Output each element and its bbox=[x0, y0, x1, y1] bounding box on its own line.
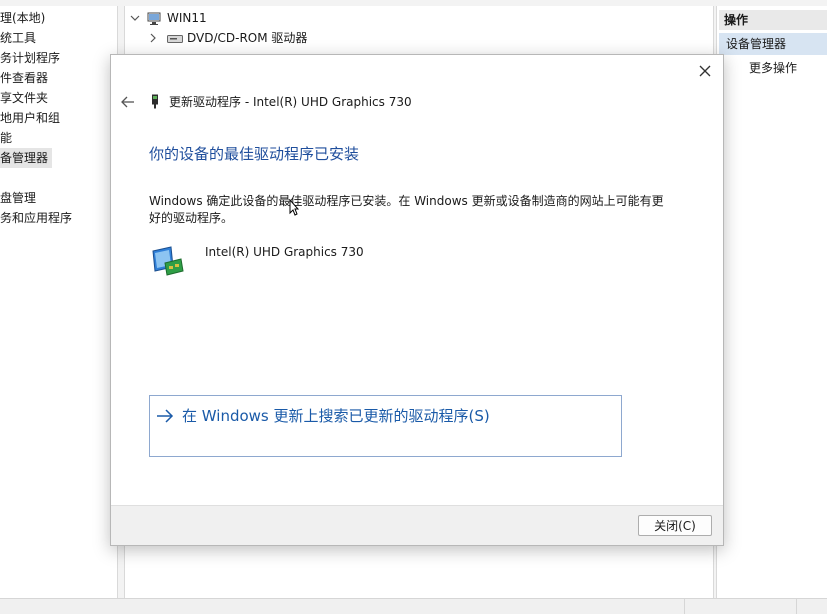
search-windows-update-label: 在 Windows 更新上搜索已更新的驱动程序(S) bbox=[182, 407, 490, 425]
tree-item-disk-management[interactable]: 磁盘管理 bbox=[0, 188, 40, 208]
back-arrow-icon[interactable] bbox=[119, 93, 137, 111]
search-windows-update-button[interactable]: 在 Windows 更新上搜索已更新的驱动程序(S) bbox=[149, 395, 622, 457]
actions-section-device-manager[interactable]: 设备管理器 bbox=[719, 33, 827, 55]
status-bar bbox=[0, 598, 827, 614]
chevron-right-icon[interactable] bbox=[147, 28, 159, 48]
tree-item-system-tools[interactable]: 系统工具 bbox=[0, 28, 40, 48]
tree-item-services-applications[interactable]: 服务和应用程序 bbox=[0, 208, 76, 228]
dialog-description: Windows 确定此设备的最佳驱动程序已安装。在 Windows 更新或设备制… bbox=[149, 194, 664, 225]
dialog-footer: 关闭(C) bbox=[111, 505, 723, 545]
graphics-card-small-icon bbox=[151, 94, 159, 109]
computer-icon bbox=[147, 12, 161, 25]
tree-item-performance[interactable]: 性能 bbox=[0, 128, 16, 148]
tree-item-computer-management[interactable]: 管理(本地) bbox=[0, 8, 49, 28]
dvd-drive-icon bbox=[167, 33, 183, 43]
actions-pane: 操作 设备管理器 更多操作 bbox=[716, 6, 827, 598]
tree-item-shared-folders[interactable]: 共享文件夹 bbox=[0, 88, 52, 108]
status-divider bbox=[796, 599, 797, 614]
arrow-right-icon bbox=[156, 407, 174, 429]
tree-item-local-users-groups[interactable]: 本地用户和组 bbox=[0, 108, 64, 128]
display-adapter-icon bbox=[151, 245, 185, 277]
actions-header: 操作 bbox=[719, 10, 827, 30]
device-name: Intel(R) UHD Graphics 730 bbox=[205, 245, 364, 259]
tree-item-event-viewer[interactable]: 事件查看器 bbox=[0, 68, 52, 88]
more-actions-link[interactable]: 更多操作 bbox=[749, 58, 797, 78]
update-driver-dialog: 更新驱动程序 - Intel(R) UHD Graphics 730 你的设备的… bbox=[110, 54, 724, 546]
mouse-cursor-icon bbox=[289, 198, 300, 217]
device-category-dvd[interactable]: DVD/CD-ROM 驱动器 bbox=[187, 28, 307, 48]
device-tree-root[interactable]: WIN11 bbox=[167, 8, 207, 28]
left-navigation-tree: 管理(本地) 系统工具 任务计划程序 事件查看器 共享文件夹 本地用户和组 性能… bbox=[0, 6, 118, 598]
status-divider bbox=[684, 599, 685, 614]
close-icon[interactable] bbox=[695, 61, 715, 81]
tree-item-device-manager[interactable]: 设备管理器 bbox=[0, 148, 53, 168]
tree-item-task-scheduler[interactable]: 任务计划程序 bbox=[0, 48, 64, 68]
dialog-title: 更新驱动程序 - Intel(R) UHD Graphics 730 bbox=[169, 95, 412, 109]
chevron-down-icon[interactable] bbox=[129, 8, 141, 28]
dialog-heading: 你的设备的最佳驱动程序已安装 bbox=[149, 145, 360, 163]
close-button[interactable]: 关闭(C) bbox=[638, 515, 712, 536]
